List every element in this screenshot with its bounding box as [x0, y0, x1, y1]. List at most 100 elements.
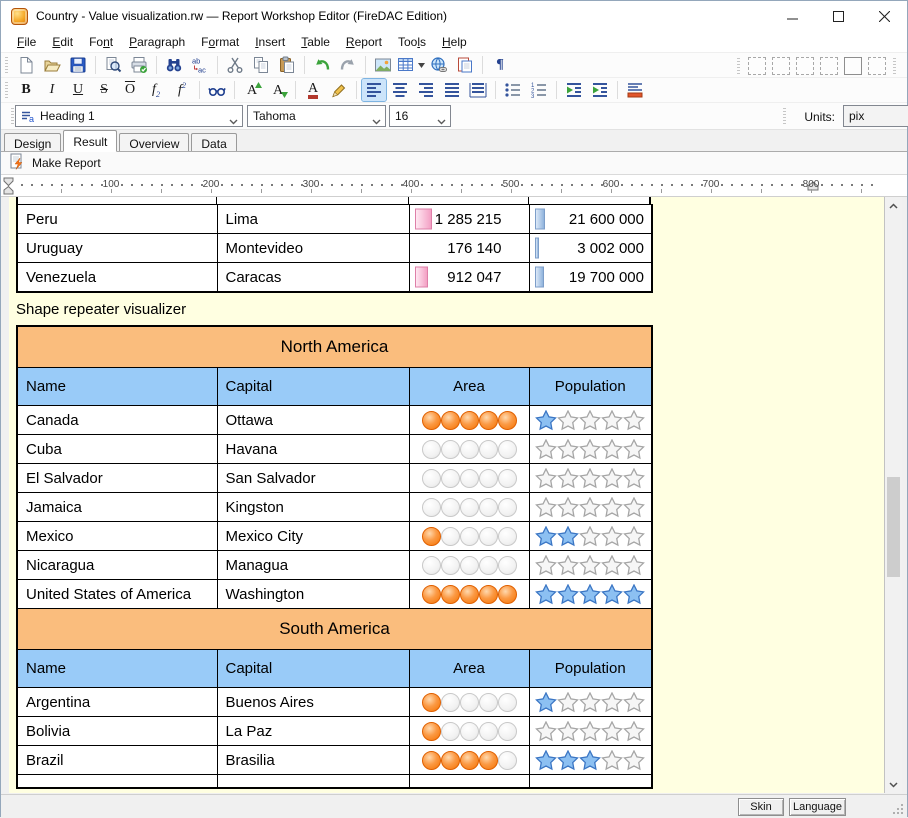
border-box-button[interactable]	[844, 57, 862, 75]
decrease-indent-button[interactable]	[562, 79, 586, 101]
ruler-tick	[31, 184, 33, 186]
minimize-button[interactable]	[769, 1, 815, 31]
border-inner-button[interactable]	[772, 57, 790, 75]
highlight-button[interactable]	[327, 79, 351, 101]
copy-button[interactable]	[249, 54, 273, 76]
shape-table-row: BoliviaLa Paz	[17, 717, 652, 746]
menu-file[interactable]: File	[9, 33, 44, 51]
population-rating-cell	[529, 522, 652, 551]
font-color-button[interactable]: A	[301, 79, 325, 101]
language-button[interactable]: Language	[789, 798, 846, 816]
paragraph-color-button[interactable]	[623, 79, 647, 101]
ruler-tick	[291, 184, 293, 186]
area-rating-cell	[409, 522, 529, 551]
save-button[interactable]	[66, 54, 90, 76]
ruler-tick	[351, 184, 353, 186]
print-button[interactable]	[127, 54, 151, 76]
find-button[interactable]	[162, 54, 186, 76]
paragraph-style-combo[interactable]: a Heading 1	[15, 105, 243, 127]
print-preview-button[interactable]	[101, 54, 125, 76]
subscript-button[interactable]: f2	[144, 79, 168, 101]
tab-overview[interactable]: Overview	[119, 133, 189, 151]
population-star-icon	[535, 526, 557, 547]
country-cell: Mexico	[17, 522, 217, 551]
insert-hyperlink-button[interactable]	[427, 54, 451, 76]
make-report-button[interactable]: Make Report	[32, 156, 101, 170]
area-circle-icon	[441, 556, 460, 575]
area-circle-icon	[498, 556, 517, 575]
new-document-button[interactable]	[14, 54, 38, 76]
font-size-combo[interactable]: 16	[389, 105, 451, 127]
border-outer-button[interactable]	[748, 57, 766, 75]
align-center-button[interactable]	[388, 79, 412, 101]
menu-table[interactable]: Table	[293, 33, 338, 51]
indent-marker-left[interactable]	[3, 177, 15, 195]
scroll-down-button[interactable]	[885, 776, 902, 793]
report-command-bar: Make Report	[1, 152, 907, 175]
table-dropdown-icon[interactable]	[418, 63, 425, 68]
insert-image-button[interactable]	[371, 54, 395, 76]
area-circle-icon	[460, 440, 479, 459]
maximize-button[interactable]	[815, 1, 861, 31]
insert-table-button[interactable]	[397, 54, 425, 76]
population-star-icon	[579, 584, 601, 605]
resize-grip[interactable]	[893, 804, 904, 815]
area-circle-icon	[441, 527, 460, 546]
bold-button[interactable]: B	[14, 79, 38, 101]
column-header: Name	[17, 368, 217, 406]
redo-button[interactable]	[336, 54, 360, 76]
font-family-combo[interactable]: Tahoma	[247, 105, 386, 127]
border-none-button[interactable]	[868, 57, 886, 75]
fit-width-button[interactable]	[466, 79, 490, 101]
tab-data[interactable]: Data	[191, 133, 236, 151]
open-folder-button[interactable]	[40, 54, 64, 76]
column-header: Capital	[217, 368, 409, 406]
population-star-icon	[623, 526, 645, 547]
report-preview-canvas[interactable]: PeruLima1 285 21521 600 000UruguayMontev…	[9, 197, 885, 793]
menu-format[interactable]: Format	[193, 33, 247, 51]
insert-frame-button[interactable]	[453, 54, 477, 76]
menu-font[interactable]: Font	[81, 33, 121, 51]
increase-indent-button[interactable]	[588, 79, 612, 101]
underline-button[interactable]: U	[66, 79, 90, 101]
numbered-list-button[interactable]: 123	[527, 79, 551, 101]
border-vertical-button[interactable]	[820, 57, 838, 75]
bullet-list-button[interactable]	[501, 79, 525, 101]
grow-font-button[interactable]: A	[240, 79, 264, 101]
undo-button[interactable]	[310, 54, 334, 76]
border-horizontal-button[interactable]	[796, 57, 814, 75]
justify-button[interactable]	[440, 79, 464, 101]
menu-help[interactable]: Help	[434, 33, 475, 51]
menu-insert[interactable]: Insert	[247, 33, 293, 51]
hidden-text-button[interactable]	[205, 79, 229, 101]
menu-paragraph[interactable]: Paragraph	[121, 33, 193, 51]
cut-button[interactable]	[223, 54, 247, 76]
italic-button[interactable]: I	[40, 79, 64, 101]
menu-edit[interactable]: Edit	[44, 33, 81, 51]
paste-button[interactable]	[275, 54, 299, 76]
area-circle-icon	[479, 556, 498, 575]
ruler-tick	[341, 184, 343, 186]
capital-cell: Buenos Aires	[217, 688, 409, 717]
overline-button[interactable]: O	[118, 79, 142, 101]
population-star-icon	[579, 497, 601, 518]
menu-tools[interactable]: Tools	[390, 33, 434, 51]
menu-report[interactable]: Report	[338, 33, 390, 51]
scrollbar-thumb[interactable]	[887, 477, 900, 577]
skin-button[interactable]: Skin	[738, 798, 784, 816]
align-right-button[interactable]	[414, 79, 438, 101]
close-button[interactable]	[861, 1, 907, 31]
scroll-up-button[interactable]	[885, 197, 902, 214]
tab-design[interactable]: Design	[4, 133, 61, 151]
area-circle-icon	[479, 722, 498, 741]
superscript-button[interactable]: f2	[170, 79, 194, 101]
column-header: Population	[529, 650, 652, 688]
units-combo[interactable]: pix	[843, 105, 908, 127]
align-left-button[interactable]	[362, 79, 386, 101]
ruler-tick	[361, 184, 363, 186]
strikethrough-button[interactable]: S	[92, 79, 116, 101]
shrink-font-button[interactable]: A	[266, 79, 290, 101]
formatting-marks-button[interactable]: ¶	[488, 54, 512, 76]
replace-button[interactable]: abac	[188, 54, 212, 76]
tab-result[interactable]: Result	[63, 130, 117, 152]
